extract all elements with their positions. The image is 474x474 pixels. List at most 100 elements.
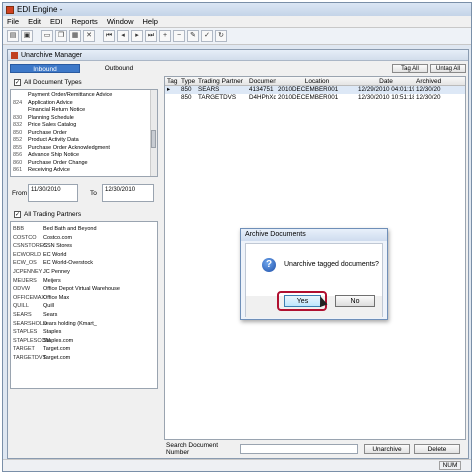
edit-icon[interactable]: ✎ (187, 30, 199, 42)
last-record-icon[interactable]: ⏭ (145, 30, 157, 42)
menu-help[interactable]: Help (143, 17, 158, 26)
list-item[interactable]: ECWORLD EC World (11, 252, 157, 261)
menu-window[interactable]: Window (107, 17, 134, 26)
trading-partners-list[interactable]: BBB Bed Bath and Beyond COSTCO Costco.com CS… (10, 221, 158, 389)
remove-icon[interactable]: − (173, 30, 185, 42)
menu-file[interactable]: File (7, 17, 19, 26)
list-item[interactable]: ODVW Office Depot Virtual Warehouse (11, 286, 157, 295)
window-title: Unarchive Manager (21, 51, 83, 59)
tab-inbound[interactable]: Inbound (10, 64, 80, 73)
no-button[interactable]: No (335, 295, 375, 307)
delete-button[interactable]: Delete (414, 444, 460, 454)
col-archived[interactable]: Archived (414, 77, 464, 85)
list-item[interactable]: BBB Bed Bath and Beyond (11, 226, 157, 235)
window-icon (11, 51, 18, 59)
col-location[interactable]: Location (276, 77, 356, 85)
menu-edi[interactable]: EDI (50, 17, 63, 26)
list-item[interactable]: MEIJERS Meijers (11, 278, 157, 287)
list-item[interactable]: CSNSTORES CSN Stores (11, 243, 157, 252)
archive-documents-dialog: Archive Documents ? Unarchive tagged doc… (240, 228, 388, 320)
col-date[interactable]: Date (356, 77, 414, 85)
list-item[interactable]: 850 Purchase Order (11, 130, 157, 138)
confirm-icon[interactable]: ✓ (201, 30, 213, 42)
doc-type-name: Advance Ship Notice (28, 152, 80, 158)
document-types-list[interactable]: Payment Order/Remittance Advice 824 Applic… (10, 89, 158, 177)
scrollbar-thumb[interactable] (151, 130, 156, 148)
all-trading-partners-checkbox[interactable]: ✓ All Trading Partners (10, 209, 158, 219)
next-record-icon[interactable]: ▸ (131, 30, 143, 42)
paste-icon[interactable]: ▦ (69, 30, 81, 42)
list-item[interactable]: STAPLESCOM Staples.com (11, 338, 157, 347)
grid-header: Tag Type Trading Partner Document Locati… (165, 77, 465, 86)
cell-archived: 12/30/20 (416, 94, 441, 101)
folder-icon[interactable]: ▤ (7, 30, 19, 42)
list-item[interactable]: QUILL Quill (11, 303, 157, 312)
document-types-rows: Payment Order/Remittance Advice 824 Applic… (11, 92, 157, 175)
cell-date: 12/30/2010 10:51:18 AM (358, 94, 414, 101)
checkbox-checked-icon: ✓ (14, 210, 21, 218)
table-row[interactable]: ▸ 850 SEARS 4134751 2010DECEMBER001 12/29/201… (165, 86, 465, 94)
all-document-types-checkbox[interactable]: ✓ All Document Types (10, 77, 158, 87)
search-document-input[interactable] (240, 444, 358, 454)
menu-edit[interactable]: Edit (28, 17, 41, 26)
list-item[interactable]: 861 Receiving Advice (11, 167, 157, 175)
list-item[interactable]: ECW_OS EC World-Overstock (11, 260, 157, 269)
list-item[interactable]: OFFICEMAX Office Max (11, 295, 157, 304)
tag-all-button[interactable]: Tag All (392, 64, 428, 73)
prev-record-icon[interactable]: ◂ (117, 30, 129, 42)
list-item[interactable]: SEARSHOLD sears holding (Kmart_ (11, 321, 157, 330)
list-item[interactable]: SEARS Sears (11, 312, 157, 321)
list-item[interactable]: 852 Product Activity Data (11, 137, 157, 145)
list-item[interactable]: JCPENNEY JC Penney (11, 269, 157, 278)
list-item[interactable]: COSTCO Costco.com (11, 235, 157, 244)
cell-partner: TARGETDVS (198, 94, 237, 101)
partner-code: TARGET (13, 346, 35, 353)
list-item[interactable]: Payment Order/Remittance Advice (11, 92, 157, 100)
cut-icon[interactable]: ✕ (83, 30, 95, 42)
first-record-icon[interactable]: ⏮ (103, 30, 115, 42)
cell-document: D4HPhXqtR (249, 94, 276, 101)
doc-type-name: Purchase Order Acknowledgment (28, 144, 110, 151)
col-type[interactable]: Type (179, 77, 196, 85)
list-item[interactable]: STAPLES Staples (11, 329, 157, 338)
partner-name: Costco.com (43, 234, 73, 241)
list-item[interactable]: 832 Price Sales Catalog (11, 122, 157, 130)
from-date-field[interactable]: 11/30/2010 (28, 184, 78, 202)
partner-code: MEIJERS (13, 277, 37, 284)
untag-all-button[interactable]: Untag All (430, 64, 466, 73)
table-row[interactable]: 850 TARGETDVS D4HPhXqtR2010DECEMBER001 12/3… (165, 94, 465, 102)
partner-code: COSTCO (13, 234, 37, 241)
col-tag[interactable]: Tag (165, 77, 179, 85)
save-icon[interactable]: ▣ (21, 30, 33, 42)
partner-code: JCPENNEY (13, 268, 43, 275)
cell-partner: SEARS (198, 86, 220, 93)
partner-name: Quill (43, 303, 55, 310)
unarchive-button[interactable]: Unarchive (364, 444, 410, 454)
from-label: From (12, 189, 28, 197)
partner-name: Target.com (43, 346, 71, 353)
list-item[interactable]: 855 Purchase Order Acknowledgment (11, 145, 157, 153)
list-item[interactable]: 830 Planning Schedule (11, 115, 157, 123)
partner-code: TARGETDVS (13, 354, 47, 361)
tab-outbound[interactable]: Outbound (84, 64, 154, 73)
list-item[interactable]: 860 Purchase Order Change (11, 160, 157, 168)
col-document[interactable]: Document (247, 77, 276, 85)
add-icon[interactable]: + (159, 30, 171, 42)
list-item[interactable]: 856 Advance Ship Notice (11, 152, 157, 160)
list-item[interactable]: TARGET Target.com (11, 346, 157, 355)
document-types-scrollbar[interactable] (150, 90, 157, 176)
partner-name: Staples (43, 329, 62, 336)
list-item[interactable]: TARGETDVS Target.com (11, 355, 157, 364)
doc-type-code: 850 (13, 129, 23, 136)
refresh-icon[interactable]: ↻ (215, 30, 227, 42)
document-icon[interactable]: ▭ (41, 30, 53, 42)
list-item[interactable]: Financial Return Notice (11, 107, 157, 115)
col-trading-partner[interactable]: Trading Partner (196, 77, 247, 85)
partner-code: SEARS (13, 311, 32, 318)
copy-icon[interactable]: ❐ (55, 30, 67, 42)
list-item[interactable]: 824 Application Advice (11, 100, 157, 108)
direction-tabs: Inbound Outbound (10, 64, 158, 74)
menu-reports[interactable]: Reports (72, 17, 98, 26)
partner-code: STAPLES (13, 329, 38, 336)
to-date-field[interactable]: 12/30/2010 (102, 184, 154, 202)
